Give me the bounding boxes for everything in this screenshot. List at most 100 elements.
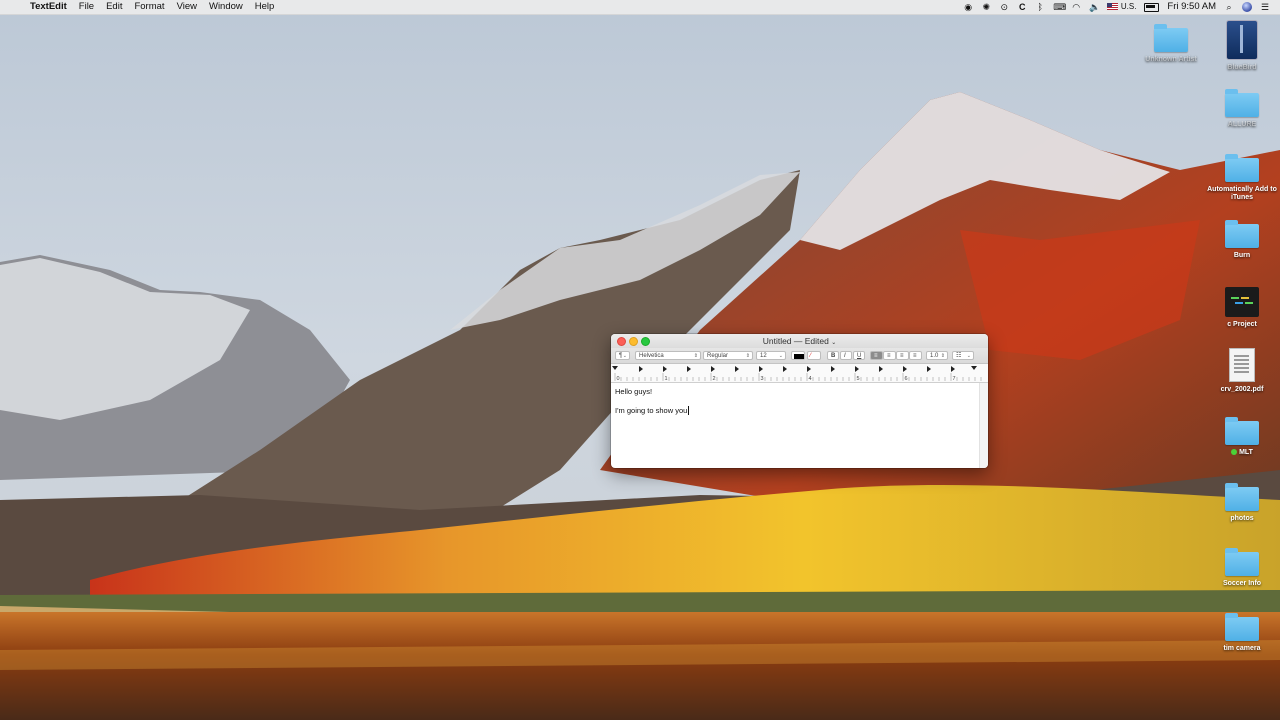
align-right-button[interactable]: ≡ [896, 351, 909, 360]
desktop-icon-tim-camera[interactable]: tim camera [1207, 613, 1277, 653]
record-icon[interactable]: ◉ [963, 2, 973, 12]
desktop-icon-soccer-info[interactable]: Soccer Info [1207, 548, 1277, 588]
tab-stop-marker[interactable] [663, 366, 667, 372]
font-size-label: 12 [760, 353, 767, 359]
highlight-color-well[interactable]: ⁄ [807, 351, 821, 360]
wifi-icon[interactable]: ◠ [1071, 2, 1081, 12]
align-right-icon: ≡ [900, 353, 904, 359]
menu-clock[interactable]: Fri 9:50 AM [1167, 0, 1216, 14]
tab-stop-marker[interactable] [879, 366, 883, 372]
font-size-combo[interactable]: 12 ⌄ [756, 351, 786, 360]
desktop-icon-crv-2002-pdf[interactable]: crv_2002.pdf [1207, 348, 1277, 394]
desktop-icon-label: c Project [1227, 321, 1257, 328]
text-color-well[interactable] [791, 351, 805, 360]
zoom-button[interactable] [641, 337, 650, 346]
minimize-button[interactable] [629, 337, 638, 346]
tab-stop-marker[interactable] [735, 366, 739, 372]
document-line-2: I'm going to show you [615, 406, 984, 415]
menu-help[interactable]: Help [249, 0, 281, 14]
battery-icon[interactable] [1144, 2, 1160, 12]
menu-app-name[interactable]: TextEdit [24, 0, 73, 14]
desktop-icon-photos[interactable]: photos [1207, 483, 1277, 523]
textedit-window[interactable]: Untitled — Edited ⌄ ¶ ⌄ Helvetica ⇕ Regula… [611, 334, 988, 468]
folder-icon [1225, 613, 1259, 641]
tab-stop-marker[interactable] [831, 366, 835, 372]
desktop-icon-automatically-add-to-itunes[interactable]: Automatically Add to iTunes [1207, 154, 1277, 202]
tab-stop-marker[interactable] [903, 366, 907, 372]
document-text-area[interactable]: Hello guys! I'm going to show you [611, 383, 988, 429]
volume-icon[interactable]: 🔈 [1089, 2, 1100, 12]
desktop-icon-mlt[interactable]: MLT [1207, 417, 1277, 457]
spotlight-search-icon[interactable]: ⌕ [1224, 2, 1234, 12]
paragraph-style-popup[interactable]: ¶ ⌄ [615, 351, 630, 360]
align-left-button[interactable]: ≡ [870, 351, 883, 360]
desktop-icon-label: Unknown Artist [1145, 56, 1197, 63]
vertical-scrollbar[interactable] [979, 383, 988, 468]
siri-icon[interactable] [1242, 2, 1252, 12]
desktop-icon-label: ALLURE [1227, 121, 1257, 128]
folder-icon [1225, 220, 1259, 248]
title-chevron-down-icon[interactable]: ⌄ [831, 340, 836, 346]
folder-icon [1225, 154, 1259, 182]
input-source[interactable]: U.S. [1107, 0, 1136, 14]
desktop-icon-burn[interactable]: Burn [1207, 220, 1277, 260]
menu-edit[interactable]: Edit [100, 0, 128, 14]
menu-bar: TextEdit File Edit Format View Window He… [0, 0, 1280, 15]
tab-stop-marker[interactable] [783, 366, 787, 372]
ruler-number: 1 [665, 376, 668, 382]
tab-stop-marker[interactable] [759, 366, 763, 372]
tab-stop-marker[interactable] [639, 366, 643, 372]
keyboard-icon[interactable]: ⌨ [1053, 2, 1066, 12]
ruler[interactable]: 0 1 2 3 4 5 6 7 [611, 364, 988, 383]
italic-button[interactable]: I [840, 351, 852, 360]
font-family-popup[interactable]: Helvetica ⇕ [635, 351, 701, 360]
menu-window[interactable]: Window [203, 0, 249, 14]
align-center-button[interactable]: ≡ [883, 351, 896, 360]
right-margin-marker[interactable] [971, 366, 977, 370]
updown-arrows-icon: ⇕ [940, 353, 945, 359]
line-spacing-popup[interactable]: 1.0 ⇕ [926, 351, 948, 360]
underline-label: U [857, 353, 862, 359]
menu-format[interactable]: Format [128, 0, 170, 14]
tab-stop-marker[interactable] [951, 366, 955, 372]
bold-button[interactable]: B [827, 351, 839, 360]
list-bullets-popup[interactable]: ☷ ⌄ [952, 351, 974, 360]
tab-stop-marker[interactable] [927, 366, 931, 372]
underline-button[interactable]: U [853, 351, 865, 360]
ruler-number: 4 [809, 376, 812, 382]
folder-icon [1225, 548, 1259, 576]
desktop-icon-unknown-artist[interactable]: Unknown Artist [1136, 24, 1206, 64]
sync-icon[interactable]: ✺ [981, 2, 991, 12]
screen-capture-icon[interactable]: ⊙ [999, 2, 1009, 12]
desktop-icon-label: photos [1230, 515, 1254, 522]
desktop-icon-c-project[interactable]: c Project [1207, 287, 1277, 329]
desktop-icon-bluebird[interactable]: BlueBird [1207, 20, 1277, 72]
bluetooth-icon[interactable]: ᛒ [1035, 2, 1045, 12]
notification-center-icon[interactable]: ☰ [1260, 2, 1270, 12]
desktop-icon-label: BlueBird [1227, 64, 1257, 71]
menu-file[interactable]: File [73, 0, 100, 14]
desktop-icon-label-wrap: MLT [1207, 449, 1277, 457]
align-left-icon: ≡ [874, 353, 878, 359]
menu-view[interactable]: View [171, 0, 203, 14]
tab-stop-marker[interactable] [807, 366, 811, 372]
chevron-down-icon: ⌄ [622, 353, 627, 359]
folder-icon [1225, 417, 1259, 445]
ruler-number: 6 [905, 376, 908, 382]
font-family-label: Helvetica [639, 353, 664, 359]
tab-stop-marker[interactable] [855, 366, 859, 372]
window-title-bar[interactable]: Untitled — Edited ⌄ [611, 334, 988, 348]
font-style-popup[interactable]: Regular ⇕ [703, 351, 753, 360]
align-justify-button[interactable]: ≡ [909, 351, 922, 360]
tab-stop-marker[interactable] [687, 366, 691, 372]
desktop-icon-allure[interactable]: ALLURE [1207, 89, 1277, 129]
document-line-2-text: I'm going to show you [615, 406, 688, 415]
window-title[interactable]: Untitled — Edited [763, 336, 829, 346]
close-button[interactable] [617, 337, 626, 346]
tab-stop-marker[interactable] [711, 366, 715, 372]
us-flag-icon [1107, 2, 1119, 10]
c-app-icon[interactable]: C [1017, 2, 1027, 12]
left-indent-marker[interactable] [612, 366, 618, 370]
apple-menu-icon[interactable] [10, 0, 24, 14]
text-cursor [688, 406, 690, 415]
